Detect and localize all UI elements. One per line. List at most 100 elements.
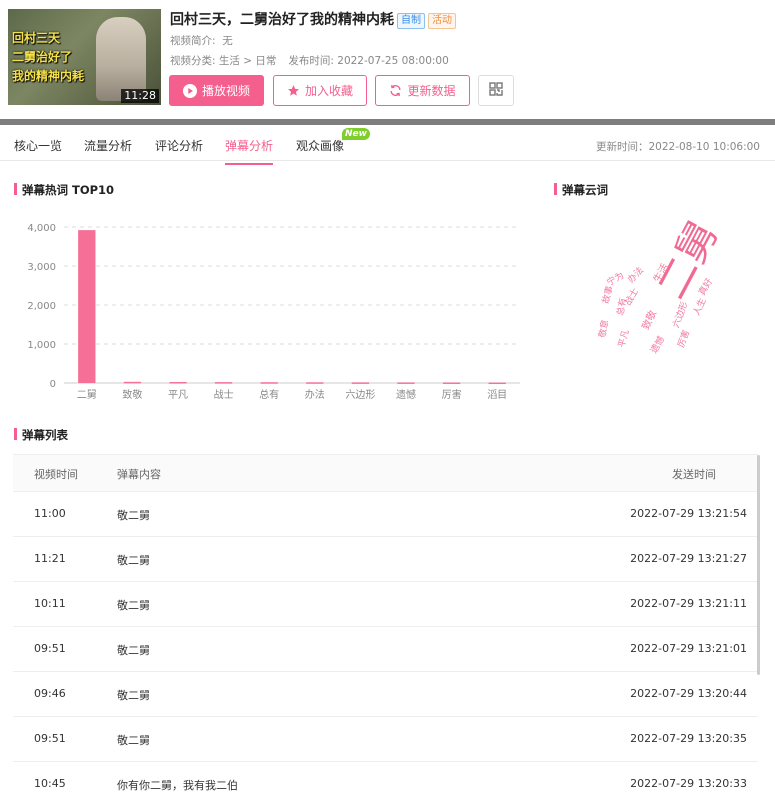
cell-content: 敬二舅 [117,734,150,747]
tab-danmaku-analysis[interactable]: 弹幕分析 [225,137,274,165]
cell-video-time: 09:46 [34,687,66,700]
play-video-label: 播放视频 [201,84,250,98]
qr-code-icon [489,82,503,99]
play-video-button[interactable]: 播放视频 [169,75,264,106]
bar [123,381,142,384]
cloud-word: 厉害 [676,328,693,350]
thumbnail-caption-line: 二舅治好了 [12,50,73,64]
table-row: 09:51 敬二舅 2022-07-29 13:20:35 [13,717,758,762]
cell-video-time: 10:45 [34,777,66,790]
table-row: 11:21 敬二舅 2022-07-29 13:21:27 [13,537,758,582]
cell-send-time: 2022-07-29 13:21:11 [630,597,747,610]
add-favorite-button[interactable]: 加入收藏 [273,75,367,106]
cell-send-time: 2022-07-29 13:21:54 [630,507,747,520]
video-meta: 视频分类: 生活 > 日常 发布时间: 2022-07-25 08:00:00 [170,53,449,68]
add-favorite-label: 加入收藏 [304,84,353,98]
cell-content: 敬二舅 [117,554,150,567]
x-tick-label: 平凡 [168,389,188,401]
bar [442,382,461,384]
cell-content: 敬二舅 [117,599,150,612]
x-tick-label: 战士 [214,388,234,401]
qr-code-button[interactable] [478,75,514,106]
video-header: 回村三天 二舅治好了 我的精神内耗 11:28 回村三天，二舅治好了我的精神内耗… [0,0,775,119]
tab-traffic-analysis[interactable]: 流量分析 [84,137,132,163]
y-tick-label: 3,000 [27,262,56,273]
cell-video-time: 09:51 [34,732,66,745]
star-icon [287,84,300,97]
thumbnail-caption-line: 回村三天 [12,31,61,45]
refresh-icon [389,84,402,97]
cell-video-time: 11:21 [34,552,66,565]
update-data-button[interactable]: 更新数据 [375,75,470,106]
publish-label: 发布时间: [288,55,334,67]
bar [169,382,187,384]
x-tick-label: 厉害 [442,388,462,401]
play-icon [182,83,197,98]
y-tick-label: 2,000 [27,301,56,312]
cell-video-time: 10:11 [34,597,66,610]
cell-content: 敬二舅 [117,509,150,522]
tag-self-made: 自制 [397,13,425,29]
header-video-time: 视频时间 [34,468,78,481]
update-time: 更新时间：2022-08-10 10:06:00 [595,141,760,153]
bar [351,382,370,384]
cloud-word: 总有 [615,297,629,317]
cloud-word: 二舅 [648,214,728,307]
new-badge: New [342,128,370,140]
x-tick-label: 滔目 [487,389,507,401]
thumbnail-caption-line: 我的精神内耗 [12,69,85,83]
publish-value: 2022-07-25 08:00:00 [337,55,449,67]
section-title-hotwords: 弹幕热词 TOP10 [14,182,114,198]
video-title[interactable]: 回村三天，二舅治好了我的精神内耗 [170,12,394,28]
bar [214,382,233,384]
cell-video-time: 09:51 [34,642,66,655]
cloud-word: 敬意 [597,319,611,339]
video-duration: 11:28 [121,89,159,103]
x-tick-label: 遗憾 [396,388,416,401]
x-tick-label: 办法 [305,388,325,401]
video-title-row: 回村三天，二舅治好了我的精神内耗 自制 活动 [170,9,456,29]
header-content: 弹幕内容 [117,468,161,481]
cell-video-time: 11:00 [34,507,66,520]
cloud-word: 遗憾 [649,334,668,356]
header-send-time: 发送时间 [672,468,716,481]
bar [397,382,415,384]
y-tick-label: 1,000 [27,340,56,351]
y-tick-label: 0 [50,379,56,390]
x-tick-label: 总有 [259,388,279,401]
y-tick-label: 4,000 [27,223,56,234]
tab-comment-analysis[interactable]: 评论分析 [155,137,203,163]
danmaku-word-cloud: 二舅 生活 宁为 故事 致敬 战士 平凡 六边形 办法 总有 人生 遗憾 厉害 … [592,214,732,380]
cloud-word: 办法 [626,265,646,286]
table-row: 09:51 敬二舅 2022-07-29 13:21:01 [13,627,758,672]
category-value: 生活 > 日常 [218,55,277,67]
cell-send-time: 2022-07-29 13:20:44 [630,687,747,700]
video-intro: 视频简介: 无 [170,33,233,48]
section-title-cloud: 弹幕云词 [554,182,608,198]
cell-send-time: 2022-07-29 13:21:01 [630,642,747,655]
table-row: 09:46 敬二舅 2022-07-29 13:20:44 [13,672,758,717]
bar [488,382,506,385]
table-scrollbar[interactable] [757,455,760,675]
danmaku-table: 视频时间 弹幕内容 发送时间 11:00 敬二舅 2022-07-29 13:2… [13,454,758,798]
bar [260,382,278,384]
table-row: 10:11 敬二舅 2022-07-29 13:21:11 [13,582,758,627]
bar [78,230,96,383]
hotwords-bar-chart: 4,000 3,000 2,000 1,000 0 二舅 致敬 平凡 战士 总有 办法 六边形 遗憾 厉害… [27,223,520,401]
table-row: 11:00 敬二舅 2022-07-29 13:21:54 [13,492,758,537]
tab-core-overview[interactable]: 核心一览 [14,137,62,163]
tab-audience-profile[interactable]: 观众画像 [296,137,344,163]
x-tick-label: 二舅 [77,389,97,401]
cloud-word: 六边形 [671,300,691,330]
video-thumbnail[interactable]: 回村三天 二舅治好了 我的精神内耗 11:28 [8,9,161,105]
cell-send-time: 2022-07-29 13:20:33 [630,777,747,790]
cell-send-time: 2022-07-29 13:21:27 [630,552,747,565]
section-title-list: 弹幕列表 [14,427,68,443]
cell-content: 你有你二舅，我有我二伯 [117,779,238,792]
tag-event: 活动 [428,13,456,29]
cloud-word: 致敬 [640,308,660,332]
cell-send-time: 2022-07-29 13:20:35 [630,732,747,745]
cloud-word: 平凡 [617,328,632,349]
intro-label: 视频简介: [170,35,216,47]
cell-content: 敬二舅 [117,644,150,657]
